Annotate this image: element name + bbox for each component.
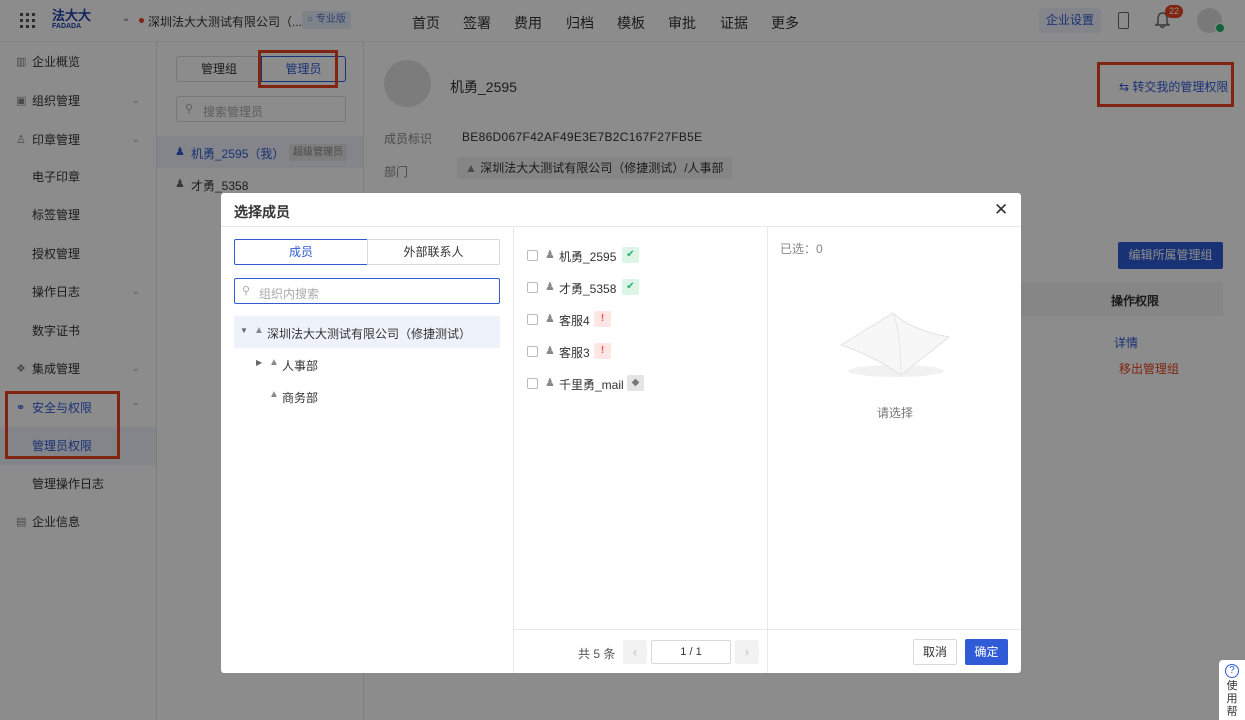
user-icon: ♟ <box>545 249 555 261</box>
search-icon: ⚲ <box>242 285 251 297</box>
verified-shield-icon: ✔ <box>622 279 639 295</box>
warning-icon: ! <box>594 311 611 327</box>
member-name: 才勇_5358 <box>559 282 617 296</box>
warning-icon: ! <box>594 343 611 359</box>
help-button[interactable]: ? 使用帮 <box>1219 660 1245 720</box>
help-icon: ? <box>1225 664 1239 678</box>
dialog-divider <box>221 226 1021 227</box>
help-label: 使用帮 <box>1226 680 1238 718</box>
total-count: 共 5 条 <box>578 647 616 661</box>
org-search-input[interactable]: ⚲ 组织内搜索 <box>234 278 500 304</box>
member-name: 客服3 <box>559 346 590 360</box>
list-item[interactable]: ♟ 千里勇_mail ◆ <box>514 367 767 399</box>
user-icon: ♟ <box>545 377 555 389</box>
member-name: 客服4 <box>559 314 590 328</box>
member-checkbox[interactable] <box>527 250 538 261</box>
tab-member[interactable]: 成员 <box>234 239 368 265</box>
next-page-button[interactable]: › <box>735 640 759 664</box>
tree-node-label: 人事部 <box>282 359 319 373</box>
list-item[interactable]: ♟ 客服3 ! <box>514 335 767 367</box>
caret-down-icon[interactable]: ▼ <box>240 326 248 335</box>
member-checkbox[interactable] <box>527 378 538 389</box>
selected-count: 已选：0 <box>780 242 823 256</box>
column-divider <box>767 227 768 673</box>
select-member-dialog: 选择成员 ✕ 成员 外部联系人 ⚲ 组织内搜索 ▼ ▲ 深圳法大大测试有限公司（… <box>221 193 1021 673</box>
caret-right-icon[interactable]: ▶ <box>256 358 262 367</box>
footer-divider <box>514 629 1021 630</box>
member-name: 机勇_2595 <box>559 250 617 264</box>
org-icon: ▲ <box>269 357 279 368</box>
cancel-button[interactable]: 取消 <box>913 639 957 665</box>
tree-node[interactable]: ▶ ▲ 人事部 <box>234 348 500 380</box>
member-checkbox[interactable] <box>527 346 538 357</box>
org-icon: ▲ <box>254 325 264 336</box>
close-icon[interactable]: ✕ <box>994 200 1008 220</box>
member-checkbox[interactable] <box>527 282 538 293</box>
list-item[interactable]: ♟ 机勇_2595 ✔ <box>514 239 767 271</box>
confirm-button[interactable]: 确定 <box>965 639 1008 665</box>
tree-root-label: 深圳法大大测试有限公司（修捷测试） <box>267 327 472 341</box>
dialog-title: 选择成员 <box>234 204 290 220</box>
member-checkbox[interactable] <box>527 314 538 325</box>
empty-paper-illustration <box>831 305 961 385</box>
page-input[interactable]: 1 / 1 <box>651 640 731 664</box>
list-item[interactable]: ♟ 才勇_5358 ✔ <box>514 271 767 303</box>
prev-page-button[interactable]: ‹ <box>623 640 647 664</box>
user-icon: ♟ <box>545 345 555 357</box>
tree-node-label: 商务部 <box>282 391 319 405</box>
list-item[interactable]: ♟ 客服4 ! <box>514 303 767 335</box>
tab-external-contacts[interactable]: 外部联系人 <box>367 239 500 265</box>
verified-shield-icon: ✔ <box>622 247 639 263</box>
member-name: 千里勇_mail <box>559 378 624 392</box>
search-placeholder: 组织内搜索 <box>259 287 320 301</box>
shield-icon: ◆ <box>627 375 644 391</box>
user-icon: ♟ <box>545 281 555 293</box>
empty-state-text: 请选择 <box>877 406 914 420</box>
org-icon: ▲ <box>269 389 279 400</box>
tree-node[interactable]: ▲ 商务部 <box>234 380 500 412</box>
tree-root[interactable]: ▼ ▲ 深圳法大大测试有限公司（修捷测试） <box>234 316 500 348</box>
user-icon: ♟ <box>545 313 555 325</box>
